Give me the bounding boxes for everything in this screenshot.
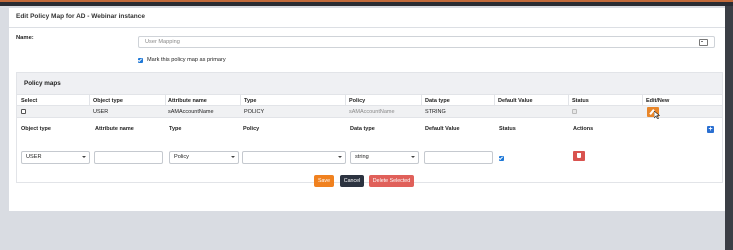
- id-card-icon: [699, 39, 708, 46]
- row-attribute-name: sAMAccountName: [168, 109, 214, 115]
- new-col-default-value: Default Value: [425, 126, 460, 132]
- top-window-strip: [0, 0, 733, 6]
- row-data-type: STRING: [425, 109, 446, 115]
- cancel-button[interactable]: Cancel: [340, 175, 364, 187]
- policy-maps-section: Policy maps Select Object type Attribute…: [16, 72, 723, 183]
- table-row: USER sAMAccountName POLICY sAMAccountNam…: [17, 106, 722, 119]
- policy-select[interactable]: [242, 151, 346, 164]
- default-value-input[interactable]: [424, 151, 493, 164]
- name-label: Name:: [16, 35, 34, 41]
- primary-checkbox[interactable]: [138, 57, 143, 63]
- policy-maps-title: Policy maps: [24, 80, 61, 87]
- name-input-value: User Mapping: [145, 39, 180, 45]
- chevron-down-icon: [231, 156, 235, 158]
- row-policy: sAMAccountName: [349, 109, 395, 115]
- new-status-cell: [499, 156, 504, 163]
- right-scroll-edge: [725, 6, 733, 250]
- add-row-button[interactable]: +: [707, 126, 714, 133]
- row-select-cell: [21, 109, 26, 116]
- dialog-title: Edit Policy Map for AD - Webinar instanc…: [16, 13, 145, 20]
- data-type-value: string: [355, 154, 369, 160]
- delete-row-button[interactable]: [573, 151, 585, 161]
- new-col-object-type: Object type: [21, 126, 51, 132]
- data-type-select[interactable]: string: [350, 151, 419, 164]
- title-divider: [9, 27, 725, 28]
- type-select[interactable]: Policy: [169, 151, 239, 164]
- new-col-type: Type: [169, 126, 182, 132]
- save-button[interactable]: Save: [314, 175, 334, 187]
- primary-option: Mark this policy map as primary: [138, 57, 226, 63]
- new-col-data-type: Data type: [350, 126, 375, 132]
- attribute-name-input[interactable]: [94, 151, 163, 164]
- row-status-cell: [572, 109, 577, 116]
- new-entry-header: Object type Attribute name Type Policy D…: [17, 118, 722, 140]
- new-col-status: Status: [499, 126, 516, 132]
- name-input[interactable]: User Mapping: [138, 36, 715, 48]
- chevron-down-icon: [82, 156, 86, 158]
- new-col-policy: Policy: [243, 126, 260, 132]
- primary-checkbox-label: Mark this policy map as primary: [147, 57, 226, 63]
- chevron-down-icon: [338, 156, 342, 158]
- object-type-value: USER: [26, 154, 42, 160]
- top-accent-bar: [0, 0, 733, 2]
- new-col-actions: Actions: [573, 126, 594, 132]
- row-status-checkbox: [572, 109, 577, 114]
- row-select-checkbox[interactable]: [21, 109, 26, 114]
- type-value: Policy: [174, 154, 189, 160]
- new-status-checkbox[interactable]: [499, 156, 504, 161]
- row-object-type: USER: [93, 109, 109, 115]
- delete-selected-button[interactable]: Delete Selected: [369, 175, 414, 187]
- row-type: POLICY: [244, 109, 265, 115]
- new-col-attribute-name: Attribute name: [95, 126, 134, 132]
- policy-maps-header: Policy maps: [17, 73, 722, 94]
- edit-policy-map-dialog: Edit Policy Map for AD - Webinar instanc…: [9, 8, 725, 211]
- policy-table-header: Select Object type Attribute name Type P…: [17, 94, 722, 106]
- chevron-down-icon: [411, 156, 415, 158]
- object-type-select[interactable]: USER: [21, 151, 90, 164]
